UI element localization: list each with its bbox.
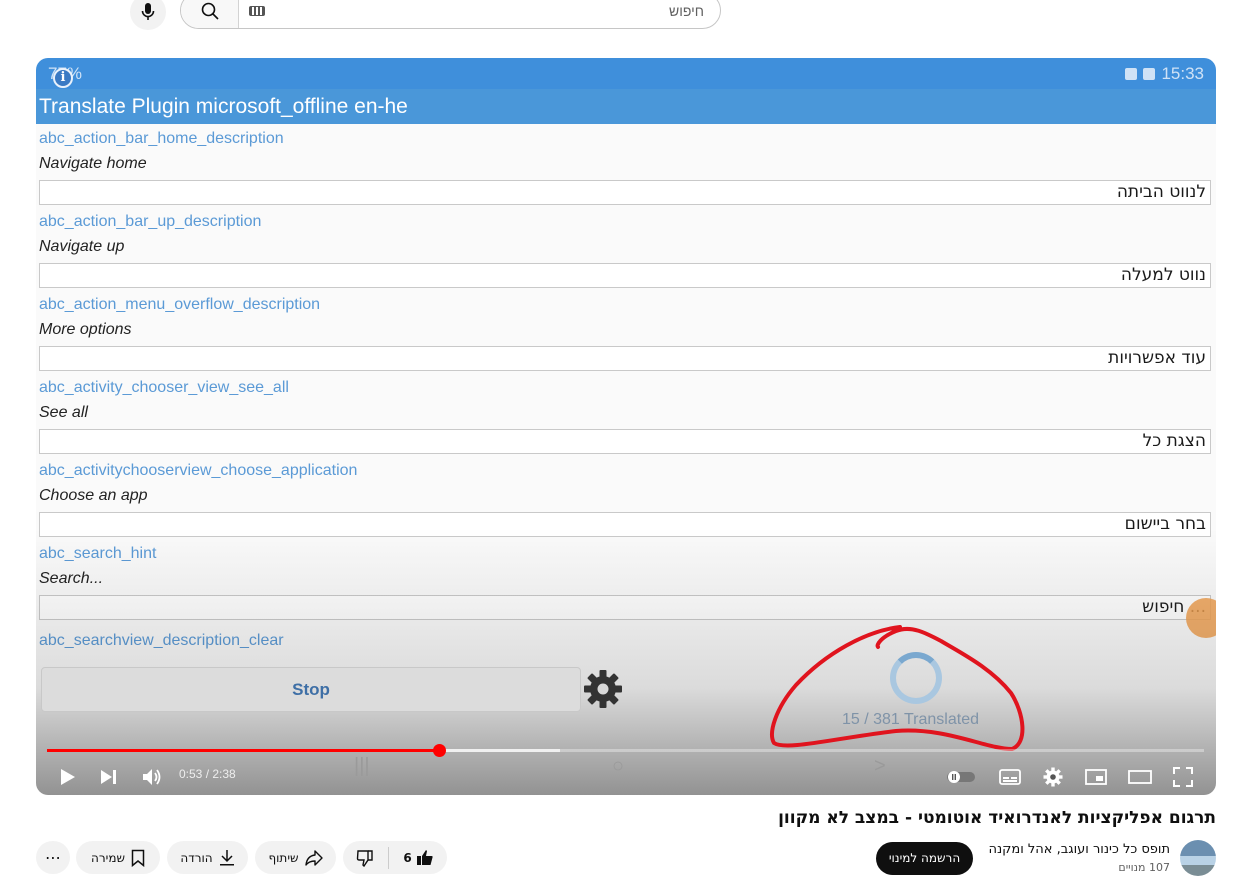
translation-field[interactable]: חיפוש ... [39, 595, 1211, 620]
subscriber-count: 107 מנויים [1118, 861, 1170, 874]
shield-icon [1125, 68, 1138, 80]
miniplayer-button[interactable] [1081, 762, 1111, 792]
translation-progress: 15 / 381 Translated [842, 711, 979, 728]
info-icon[interactable]: i [53, 68, 73, 88]
miniplayer-icon [1085, 769, 1107, 785]
string-key: abc_activity_chooser_view_see_all [39, 379, 289, 396]
translation-field[interactable]: נווט למעלה [39, 263, 1211, 288]
source-text: Search... [39, 570, 104, 587]
list-item: abc_action_bar_home_description Navigate… [39, 128, 1211, 211]
source-text: More options [39, 321, 132, 338]
more-actions-button[interactable]: ⋯ [36, 841, 70, 874]
divider [388, 846, 390, 869]
thumbs-down-icon [357, 849, 374, 867]
share-icon [304, 849, 323, 866]
theater-mode-icon [1128, 770, 1152, 784]
search-icon [201, 2, 219, 20]
subtitles-button[interactable] [995, 762, 1025, 792]
seek-handle[interactable] [433, 744, 447, 757]
share-label: שיתוף [268, 850, 299, 865]
search-input[interactable]: חיפוש [265, 3, 720, 19]
translation-field[interactable]: עוד אפשרויות [39, 346, 1211, 371]
autoplay-icon [947, 771, 975, 783]
fullscreen-button[interactable] [1168, 762, 1198, 792]
source-text: See all [39, 404, 88, 421]
string-key: abc_action_menu_overflow_description [39, 296, 321, 313]
like-count: 6 [403, 850, 412, 865]
dislike-button[interactable] [348, 841, 382, 874]
player-controls: 0:53 / 2:38 [36, 758, 1216, 795]
settings-button[interactable] [1038, 762, 1068, 792]
seek-played [47, 749, 440, 752]
volume-icon [143, 769, 161, 785]
android-status-bar: 77% 15:33 [36, 58, 1216, 89]
download-button[interactable]: הורדה [167, 841, 248, 874]
bookmark-icon [131, 849, 145, 867]
download-icon [219, 849, 234, 865]
settings-icon [1043, 767, 1063, 787]
subscribe-button[interactable]: הרשמה למינוי [876, 842, 973, 875]
search-button[interactable] [181, 0, 239, 28]
string-key: abc_action_bar_home_description [39, 130, 284, 147]
string-key: abc_search_hint [39, 545, 157, 562]
voice-search-button[interactable] [130, 0, 166, 30]
list-item: abc_action_menu_overflow_description Mor… [39, 294, 1211, 377]
loading-spinner [890, 652, 942, 704]
translation-field[interactable]: בחר ביישום [39, 512, 1211, 537]
volume-button[interactable] [137, 762, 167, 792]
channel-name[interactable]: תופס כל כינור ועוגב, אהל ומקנה [988, 842, 1170, 857]
string-key: abc_searchview_description_clear [39, 632, 284, 649]
next-button[interactable] [94, 762, 124, 792]
fullscreen-icon [1173, 767, 1193, 787]
translation-field[interactable]: הצגת כל [39, 429, 1211, 454]
source-text: Navigate home [39, 155, 147, 172]
video-title: תרגום אפליקציות לאנדרואיד אוטומטי - במצב… [778, 808, 1216, 828]
list-item: abc_searchview_description_clear [39, 626, 1211, 656]
gear-icon[interactable] [582, 668, 624, 710]
list-item: abc_search_hint Search... חיפוש ... [39, 543, 1211, 626]
stop-button[interactable]: Stop [41, 667, 581, 712]
string-key: abc_action_bar_up_description [39, 213, 262, 230]
play-button[interactable] [53, 762, 83, 792]
list-item: abc_activity_chooser_view_see_all See al… [39, 377, 1211, 460]
save-label: שמירה [91, 850, 125, 865]
thumbs-up-icon [416, 849, 433, 865]
autoplay-toggle[interactable] [946, 762, 976, 792]
next-icon [101, 770, 116, 784]
subtitles-icon [999, 769, 1021, 785]
search-bar: חיפוש [180, 0, 721, 29]
status-time: 15:33 [1161, 64, 1204, 83]
source-text: Choose an app [39, 487, 148, 504]
translation-list: abc_action_bar_home_description Navigate… [39, 128, 1211, 656]
microphone-icon [141, 3, 155, 20]
list-item: abc_activitychooserview_choose_applicati… [39, 460, 1211, 543]
play-icon [61, 769, 75, 785]
like-dislike-group: 6 [343, 841, 447, 874]
seek-bar[interactable] [47, 744, 1204, 757]
time-display: 0:53 / 2:38 [179, 767, 236, 781]
list-item: abc_action_bar_up_description Navigate u… [39, 211, 1211, 294]
share-button[interactable]: שיתוף [255, 841, 336, 874]
source-text: Navigate up [39, 238, 125, 255]
keyboard-icon[interactable] [249, 5, 265, 16]
theater-mode-button[interactable] [1125, 762, 1155, 792]
video-player[interactable]: 77% 15:33 i Translate Plugin microsoft_o… [36, 58, 1216, 795]
page: חיפוש 77% 15:33 i Translate Plugin micro… [0, 0, 1238, 878]
save-button[interactable]: שמירה [76, 841, 160, 874]
like-button[interactable]: 6 [395, 841, 441, 874]
string-key: abc_activitychooserview_choose_applicati… [39, 462, 358, 479]
download-label: הורדה [180, 850, 213, 865]
app-title: Translate Plugin microsoft_offline en-he [36, 89, 1216, 124]
camera-icon [1143, 68, 1156, 80]
translation-field[interactable]: לנווט הביתה [39, 180, 1211, 205]
channel-avatar[interactable] [1180, 840, 1216, 876]
